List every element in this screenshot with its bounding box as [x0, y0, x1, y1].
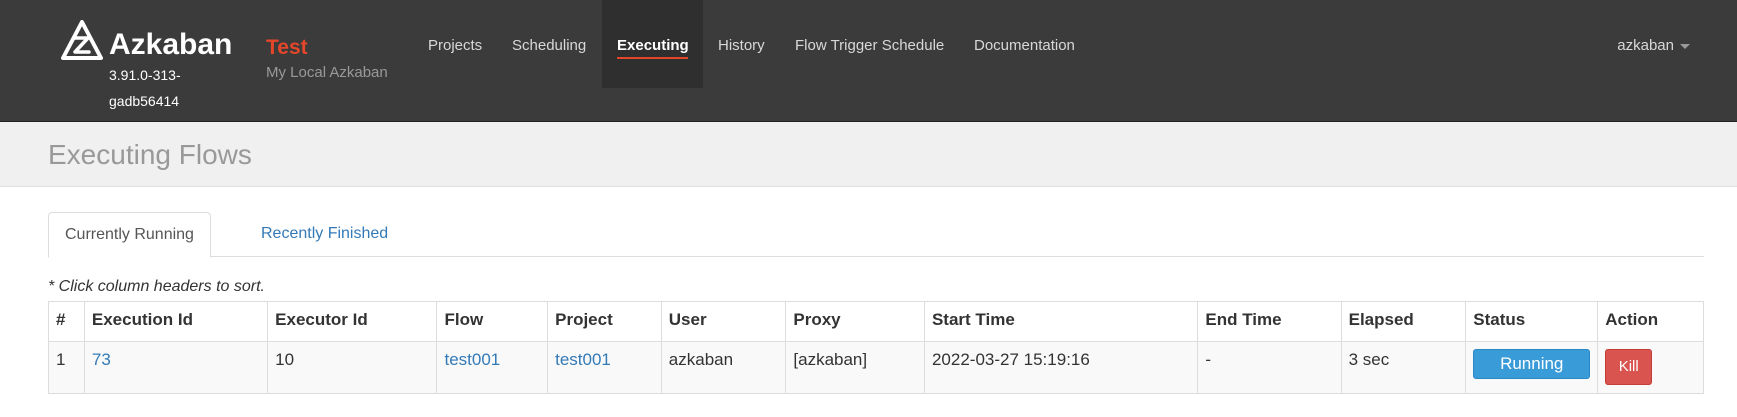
column-header-executor-id[interactable]: Executor Id — [267, 301, 438, 342]
status-running-button[interactable]: Running — [1473, 349, 1591, 379]
execution-id-link[interactable]: 73 — [92, 350, 111, 369]
cell-proxy: [azkaban] — [785, 341, 925, 394]
execution-tabs: Currently Running Recently Finished — [48, 212, 1704, 258]
nav-executing[interactable]: Executing — [602, 0, 703, 88]
table-header-row: # Execution Id Executor Id Flow Project … — [48, 301, 1704, 342]
active-nav-indicator — [617, 57, 688, 59]
nav-scheduling-label: Scheduling — [512, 37, 587, 54]
cell-end-time: - — [1197, 341, 1342, 394]
nav-history-label: History — [718, 37, 765, 54]
environment-label: Test My Local Azkaban — [266, 36, 388, 81]
azkaban-logo-icon — [61, 20, 103, 60]
column-header-status[interactable]: Status — [1465, 301, 1599, 342]
table-row: 1 73 10 test001 test001 azkaban [azkaban… — [48, 341, 1704, 394]
nav-documentation-label: Documentation — [974, 37, 1075, 54]
page-header: Executing Flows — [0, 122, 1737, 187]
column-header-flow[interactable]: Flow — [436, 301, 549, 342]
nav-flow-trigger-schedule-label: Flow Trigger Schedule — [795, 37, 945, 54]
page-title: Executing Flows — [48, 139, 252, 170]
cell-elapsed: 3 sec — [1340, 341, 1467, 394]
column-header-execution-id[interactable]: Execution Id — [83, 301, 269, 342]
nav-projects-label: Projects — [428, 37, 483, 54]
kill-button[interactable]: Kill — [1605, 349, 1653, 385]
brand-version: 3.91.0-313-gadb56414 — [109, 67, 181, 109]
cell-index: 1 — [48, 341, 85, 394]
brand-name: Azkaban — [109, 28, 233, 61]
cell-start-time: 2022-03-27 15:19:16 — [923, 341, 1199, 394]
tab-recently-finished[interactable]: Recently Finished — [245, 212, 404, 257]
nav-executing-label: Executing — [617, 37, 689, 54]
column-header-proxy[interactable]: Proxy — [785, 301, 925, 342]
flow-link[interactable]: test001 — [444, 350, 500, 369]
cell-action: Kill — [1597, 341, 1704, 394]
caret-down-icon — [1680, 43, 1690, 49]
tab-currently-running[interactable]: Currently Running — [48, 212, 211, 258]
column-header-end-time[interactable]: End Time — [1197, 301, 1342, 342]
cell-status: Running — [1465, 341, 1599, 394]
sort-hint: * Click column headers to sort. — [48, 278, 265, 295]
cell-executor-id: 10 — [267, 341, 438, 394]
cell-user: azkaban — [660, 341, 787, 394]
column-header-elapsed[interactable]: Elapsed — [1340, 301, 1467, 342]
column-header-index[interactable]: # — [48, 301, 85, 342]
user-menu[interactable]: azkaban — [1617, 37, 1690, 54]
cell-execution-id: 73 — [83, 341, 269, 394]
top-navbar: Azkaban 3.91.0-313-gadb56414 Test My Loc… — [0, 0, 1737, 122]
column-header-action[interactable]: Action — [1597, 301, 1704, 342]
cell-project: test001 — [547, 341, 662, 394]
user-name: azkaban — [1617, 37, 1674, 54]
cell-flow: test001 — [436, 341, 549, 394]
project-link[interactable]: test001 — [555, 350, 611, 369]
column-header-start-time[interactable]: Start Time — [923, 301, 1199, 342]
executing-flows-table: # Execution Id Executor Id Flow Project … — [48, 301, 1704, 394]
environment-description: My Local Azkaban — [266, 64, 388, 81]
column-header-project[interactable]: Project — [547, 301, 662, 342]
environment-name: Test — [266, 36, 308, 59]
column-header-user[interactable]: User — [660, 301, 787, 342]
